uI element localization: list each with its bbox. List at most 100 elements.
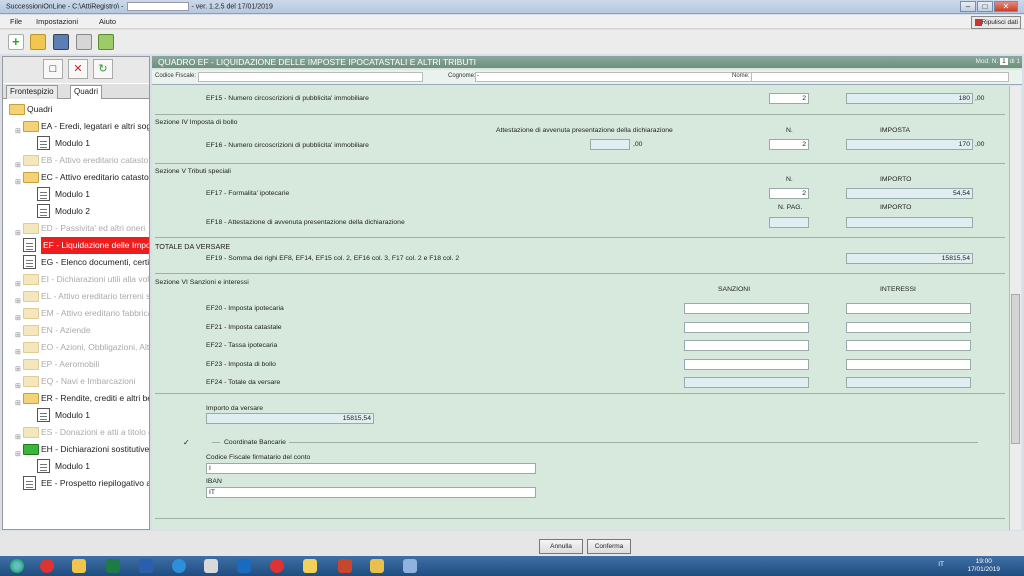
document-icon: [37, 408, 50, 422]
ef17-label: EF17 - Formalita' ipotecarie: [206, 190, 290, 197]
expand-icon[interactable]: ⊞: [15, 446, 21, 463]
sanzioni-input[interactable]: [684, 358, 809, 370]
open-folder-icon[interactable]: [30, 34, 46, 50]
ef18-npag-field[interactable]: [769, 217, 809, 228]
excel-icon[interactable]: [100, 557, 126, 575]
interessi-input[interactable]: [846, 321, 971, 333]
toolbar: +: [0, 30, 1024, 54]
ripulisci-button[interactable]: Ripulisci dati: [971, 16, 1021, 29]
section-iv-title: Sezione IV Imposta di bollo: [155, 119, 238, 126]
menu-file[interactable]: File: [10, 17, 22, 26]
chrome-icon-2[interactable]: [264, 557, 290, 575]
divider: [155, 163, 1005, 164]
document-icon: [23, 238, 36, 252]
interessi-input[interactable]: [846, 377, 971, 388]
annulla-button[interactable]: Annulla: [539, 539, 583, 554]
form-content: EF15 - Numero circoscrizioni di pubblici…: [152, 86, 1007, 530]
word-icon[interactable]: [133, 557, 159, 575]
minimize-button[interactable]: –: [960, 1, 976, 12]
sanzioni-input[interactable]: [684, 340, 809, 351]
menu-aiuto[interactable]: Aiuto: [99, 17, 116, 26]
maximize-button[interactable]: □: [977, 1, 993, 12]
expand-icon[interactable]: ⊞: [15, 429, 21, 446]
expand-icon[interactable]: ⊞: [15, 157, 21, 174]
tree-item-label: EE - Prospetto riepilogativo as: [41, 478, 149, 488]
folder-icon: [23, 121, 39, 132]
add-page-icon[interactable]: □: [43, 59, 63, 79]
scrollbar-thumb[interactable]: [1011, 294, 1020, 444]
ef17-n-input[interactable]: 2: [769, 188, 809, 199]
button-strip: [0, 531, 1024, 556]
new-icon[interactable]: +: [8, 34, 24, 50]
expand-icon[interactable]: ⊞: [15, 174, 21, 191]
document-icon: [23, 255, 36, 269]
expand-icon[interactable]: ⊞: [15, 293, 21, 310]
outlook-icon[interactable]: [231, 557, 257, 575]
tree-item-label: EC - Attivo ereditario catasto: [41, 172, 149, 182]
save-icon[interactable]: [53, 34, 69, 50]
menu-impostazioni[interactable]: Impostazioni: [36, 17, 78, 26]
clock[interactable]: 19:00 17/01/2019: [967, 558, 1000, 574]
vertical-scrollbar[interactable]: [1009, 86, 1021, 530]
tree-item-label: EA - Eredi, legatari e altri sog: [41, 121, 149, 131]
ef18-importo-field[interactable]: [846, 217, 973, 228]
expand-icon[interactable]: ⊞: [15, 344, 21, 361]
expand-icon[interactable]: ⊞: [15, 395, 21, 412]
language-indicator[interactable]: IT: [938, 561, 944, 568]
expand-icon[interactable]: ⊞: [15, 327, 21, 344]
sanzioni-input[interactable]: [684, 377, 809, 388]
document-icon: [37, 187, 50, 201]
export-icon[interactable]: [98, 34, 114, 50]
coordinate-bancarie-check-icon[interactable]: ✓: [183, 438, 190, 447]
interessi-input[interactable]: [846, 303, 971, 314]
expand-icon[interactable]: ⊞: [15, 310, 21, 327]
document-icon: [37, 136, 50, 150]
ef16-n-input[interactable]: 2: [769, 139, 809, 150]
iban-input[interactable]: IT: [206, 487, 536, 498]
folder-icon: [23, 359, 39, 370]
ef16-attestazione-field: [590, 139, 630, 150]
print-icon[interactable]: [76, 34, 92, 50]
iban-label: IBAN: [206, 478, 222, 485]
powerpoint-icon[interactable]: [332, 557, 358, 575]
nome-label: Nome:: [732, 73, 750, 79]
coordinate-bancarie-title: Coordinate Bancarie: [224, 439, 286, 446]
folder-icon: [23, 308, 39, 319]
expand-icon[interactable]: ⊞: [15, 378, 21, 395]
delete-icon[interactable]: ✕: [68, 59, 88, 79]
internet-explorer-icon[interactable]: [166, 557, 192, 575]
tab-quadri[interactable]: Quadri: [70, 85, 103, 99]
tab-frontespizio[interactable]: Frontespizio: [6, 85, 58, 99]
successioni-app-icon[interactable]: [364, 557, 390, 575]
paint-icon[interactable]: [397, 557, 423, 575]
folder-icon: [23, 427, 39, 438]
expand-icon[interactable]: ⊞: [15, 123, 21, 140]
left-tabs: Frontespizio Quadri: [3, 84, 149, 99]
application-icon[interactable]: [198, 557, 224, 575]
chrome-icon[interactable]: [34, 557, 60, 575]
importo-header-ef18: IMPORTO: [880, 204, 912, 211]
file-explorer-icon[interactable]: [66, 557, 92, 575]
fieldset-line: [212, 442, 220, 443]
start-icon[interactable]: [4, 557, 30, 575]
expand-icon[interactable]: ⊞: [15, 276, 21, 293]
module-number: Mod. N. 1 di 1: [975, 58, 1020, 65]
conferma-button[interactable]: Conferma: [587, 539, 631, 554]
close-button[interactable]: ✕: [994, 1, 1018, 12]
attestazione-header: Attestazione di avvenuta presentazione d…: [496, 127, 673, 134]
sanzioni-input[interactable]: [684, 321, 809, 333]
expand-icon[interactable]: ⊞: [15, 361, 21, 378]
tree-item-label: Modulo 2: [55, 206, 90, 216]
expand-icon[interactable]: ⊞: [15, 225, 21, 242]
section-v-title: Sezione V Tributi speciali: [155, 168, 231, 175]
interessi-input[interactable]: [846, 358, 971, 370]
divider: [155, 393, 1005, 394]
folder-icon: [23, 376, 39, 387]
sanzioni-input[interactable]: [684, 303, 809, 314]
stickynotes-icon[interactable]: [297, 557, 323, 575]
cf-firmatario-input[interactable]: I: [206, 463, 536, 474]
tree-item-label: Modulo 1: [55, 189, 90, 199]
refresh-icon[interactable]: ↻: [93, 59, 113, 79]
interessi-input[interactable]: [846, 340, 971, 351]
ef15-n-input[interactable]: 2: [769, 93, 809, 104]
